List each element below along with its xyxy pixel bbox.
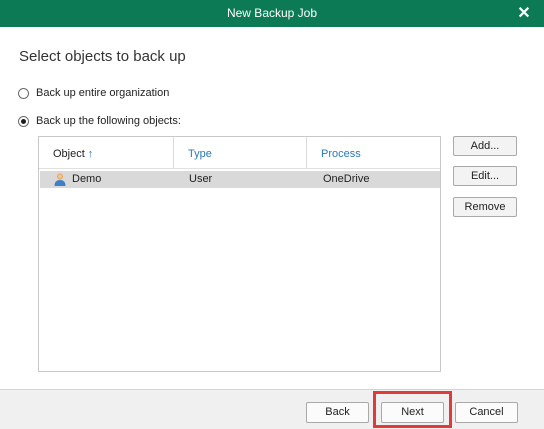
page-title: Select objects to back up [19, 48, 186, 65]
table-row[interactable]: Demo User OneDrive [40, 171, 440, 188]
window-title: New Backup Job [226, 6, 318, 20]
next-button[interactable]: Next [381, 402, 444, 423]
cell-process: OneDrive [323, 173, 370, 185]
sort-ascending-icon: ↑ [87, 148, 94, 160]
footer-bar: Back Next Cancel [0, 389, 544, 429]
column-header-object[interactable]: Object ↑ [39, 137, 174, 168]
cell-object: Demo [54, 171, 101, 188]
radio-entire-organization[interactable]: Back up entire organization [18, 87, 169, 99]
close-icon[interactable]: ✕ [516, 3, 532, 23]
radio-label: Back up the following objects: [36, 115, 181, 127]
radio-unchecked-icon[interactable] [18, 87, 29, 99]
back-button[interactable]: Back [306, 402, 369, 423]
column-header-process[interactable]: Process [307, 137, 440, 168]
title-bar: New Backup Job ✕ [0, 0, 544, 27]
objects-table: Object ↑ Type Process Demo User OneDrive [38, 136, 441, 372]
radio-label: Back up entire organization [36, 87, 170, 99]
table-header: Object ↑ Type Process [39, 137, 440, 169]
cell-type: User [189, 173, 213, 185]
cancel-button[interactable]: Cancel [455, 402, 518, 423]
object-name: Demo [72, 173, 102, 185]
user-icon [54, 173, 66, 186]
radio-following-objects[interactable]: Back up the following objects: [18, 115, 181, 127]
edit-button[interactable]: Edit... [453, 166, 517, 186]
remove-button[interactable]: Remove [453, 197, 517, 217]
column-header-type[interactable]: Type [174, 137, 307, 168]
radio-checked-icon[interactable] [18, 115, 29, 127]
add-button[interactable]: Add... [453, 136, 517, 156]
